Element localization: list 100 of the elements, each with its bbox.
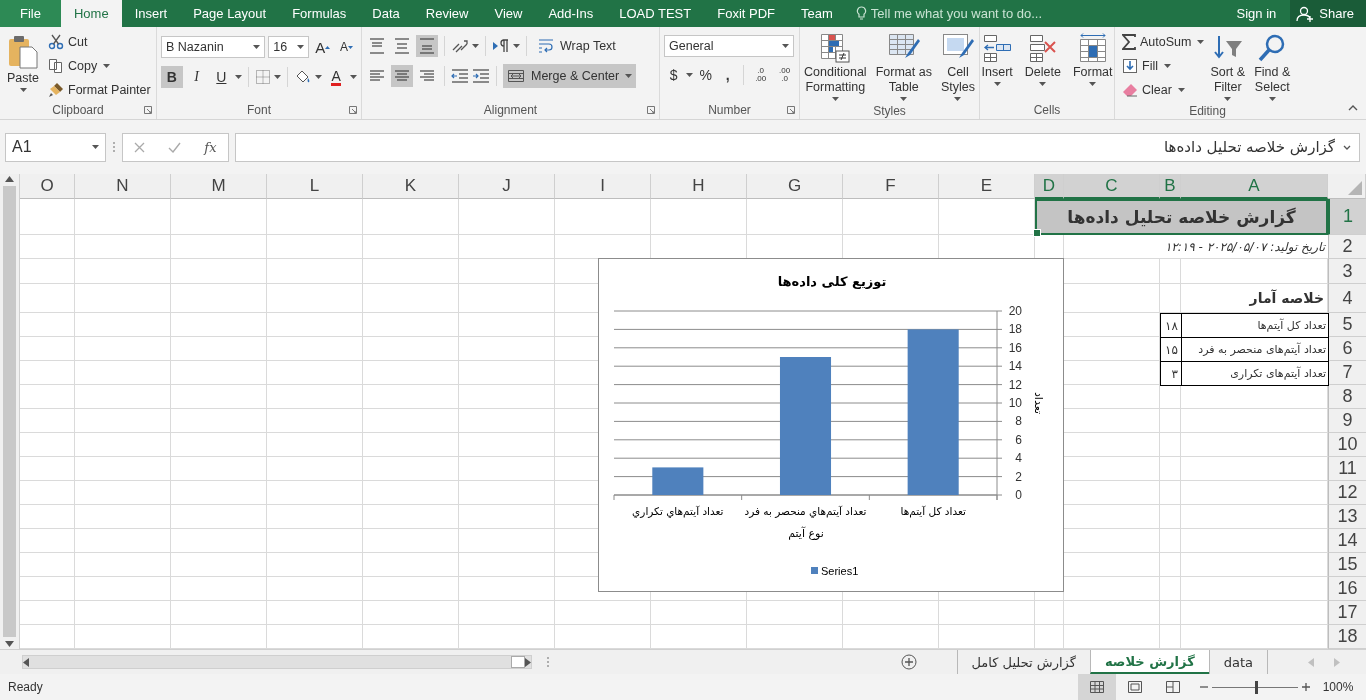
currency-button[interactable]: $ (664, 64, 684, 86)
copy-button[interactable]: Copy (45, 55, 101, 77)
row-header[interactable]: 11 (1328, 457, 1366, 481)
scroll-left-icon[interactable] (23, 657, 29, 667)
column-header[interactable]: F (843, 174, 939, 199)
expand-icon[interactable] (1343, 144, 1351, 150)
font-size-field[interactable]: 16 (268, 36, 310, 58)
caret-icon[interactable] (1268, 97, 1276, 101)
column-header[interactable]: I (555, 174, 651, 199)
horizontal-scrollbar[interactable] (22, 655, 532, 669)
row-header[interactable]: 15 (1328, 553, 1366, 577)
fill-button[interactable]: Fill (1119, 55, 1161, 77)
comma-button[interactable]: , (718, 64, 738, 86)
insert-function-button[interactable]: fx (204, 139, 217, 155)
column-header[interactable]: M (171, 174, 267, 199)
menu-tab[interactable]: File (0, 0, 61, 27)
sign-in-link[interactable]: Sign in (1222, 0, 1291, 27)
align-center-button[interactable] (391, 65, 413, 87)
caret-icon[interactable] (900, 97, 908, 101)
number-format-field[interactable]: General (664, 35, 794, 57)
decrease-indent-icon[interactable] (451, 68, 469, 84)
insert-cells-button[interactable]: Insert (978, 31, 1016, 101)
share-button[interactable]: Share (1290, 0, 1366, 27)
column-header[interactable]: C (1064, 174, 1160, 199)
column-header[interactable]: J (459, 174, 555, 199)
row-header[interactable]: 10 (1328, 433, 1366, 457)
column-header[interactable]: D (1035, 174, 1064, 199)
caret-icon[interactable] (1224, 97, 1232, 101)
column-header[interactable]: H (651, 174, 747, 199)
menu-tab[interactable]: Add-Ins (535, 0, 607, 27)
caret-icon[interactable] (253, 45, 261, 49)
bold-button[interactable]: B (161, 66, 183, 88)
wrap-text-button[interactable]: Wrap Text (535, 35, 619, 57)
row-header[interactable]: 18 (1328, 625, 1366, 649)
menu-tab[interactable]: Formulas (279, 0, 360, 27)
caret-icon[interactable] (686, 73, 694, 77)
caret-icon[interactable] (349, 75, 357, 79)
text-direction-icon[interactable] (492, 38, 510, 54)
row-header[interactable]: 5 (1328, 313, 1366, 337)
row-header[interactable]: 2 (1328, 235, 1366, 259)
caret-icon[interactable] (625, 74, 633, 78)
format-painter-button[interactable]: Format Painter (45, 79, 154, 101)
autosum-button[interactable]: AutoSum (1119, 31, 1195, 53)
caret-icon[interactable] (472, 44, 479, 48)
caret-icon[interactable] (1039, 82, 1047, 86)
increase-decimal-button[interactable]: .0 .00 (750, 64, 772, 86)
caret-icon[interactable] (92, 145, 99, 149)
menu-tab[interactable]: Data (359, 0, 413, 27)
row-header[interactable]: 6 (1328, 337, 1366, 361)
check-icon[interactable] (168, 141, 182, 153)
row-header[interactable]: 1 (1328, 199, 1366, 235)
shrink-font-button[interactable]: A (336, 36, 357, 58)
cell-styles-button[interactable]: Cell Styles (937, 31, 978, 103)
column-header[interactable]: A (1181, 174, 1328, 199)
caret-icon[interactable] (1197, 40, 1205, 44)
column-header[interactable]: O (20, 174, 75, 199)
cut-button[interactable]: Cut (45, 31, 154, 53)
menu-tab[interactable]: LOAD TEST (606, 0, 705, 27)
font-name-field[interactable]: B Nazanin (161, 36, 266, 58)
row-header[interactable]: 16 (1328, 577, 1366, 601)
formula-field[interactable]: گزارش خلاصه تحلیل داده‌ها (235, 132, 1360, 162)
column-header[interactable]: E (939, 174, 1035, 199)
menu-tab[interactable]: View (481, 0, 536, 27)
scroll-down-icon[interactable] (5, 641, 14, 647)
collapse-ribbon-icon[interactable] (1348, 105, 1358, 111)
menu-tab[interactable]: Page Layout (180, 0, 280, 27)
column-header[interactable]: B (1160, 174, 1181, 199)
merge-center-button[interactable]: Merge & Center (503, 64, 637, 88)
title-cell[interactable]: گزارش خلاصه تحلیل داده‌ها (1035, 199, 1328, 235)
format-cells-button[interactable]: Format (1069, 31, 1116, 101)
caret-icon[interactable] (297, 45, 305, 49)
caret-icon[interactable] (513, 44, 520, 48)
vertical-scrollbar[interactable] (0, 174, 20, 649)
column-header[interactable]: G (747, 174, 843, 199)
caret-icon[interactable] (993, 82, 1001, 86)
caret-icon[interactable] (782, 44, 789, 48)
zoom-level[interactable]: 100% (1310, 680, 1366, 694)
caret-icon[interactable] (235, 75, 243, 79)
slider-thumb[interactable] (1255, 680, 1258, 694)
percent-button[interactable]: % (696, 64, 716, 86)
align-bottom-button[interactable] (416, 35, 438, 57)
font-color-button[interactable]: A (325, 66, 347, 88)
dialog-launcher-icon[interactable] (647, 106, 655, 114)
column-header[interactable]: L (267, 174, 363, 199)
format-as-table-button[interactable]: Format as Table (872, 31, 935, 103)
conditional-formatting-button[interactable]: Conditional Formatting (801, 31, 870, 103)
scroll-thumb[interactable] (511, 656, 525, 668)
dialog-launcher-icon[interactable] (144, 106, 152, 114)
menu-tab[interactable]: Foxit PDF (704, 0, 789, 27)
sheet-tab[interactable]: data (1208, 650, 1267, 674)
increase-indent-icon[interactable] (472, 68, 490, 84)
row-header[interactable]: 14 (1328, 529, 1366, 553)
find-select-button[interactable]: Find & Select (1251, 31, 1294, 103)
dialog-launcher-icon[interactable] (787, 106, 795, 114)
delete-cells-button[interactable]: Delete (1021, 31, 1064, 101)
menu-tab[interactable]: Insert (121, 0, 181, 27)
column-header[interactable]: N (75, 174, 171, 199)
row-header[interactable]: 17 (1328, 601, 1366, 625)
menu-tab[interactable]: Review (412, 0, 482, 27)
bar[interactable] (779, 357, 832, 495)
